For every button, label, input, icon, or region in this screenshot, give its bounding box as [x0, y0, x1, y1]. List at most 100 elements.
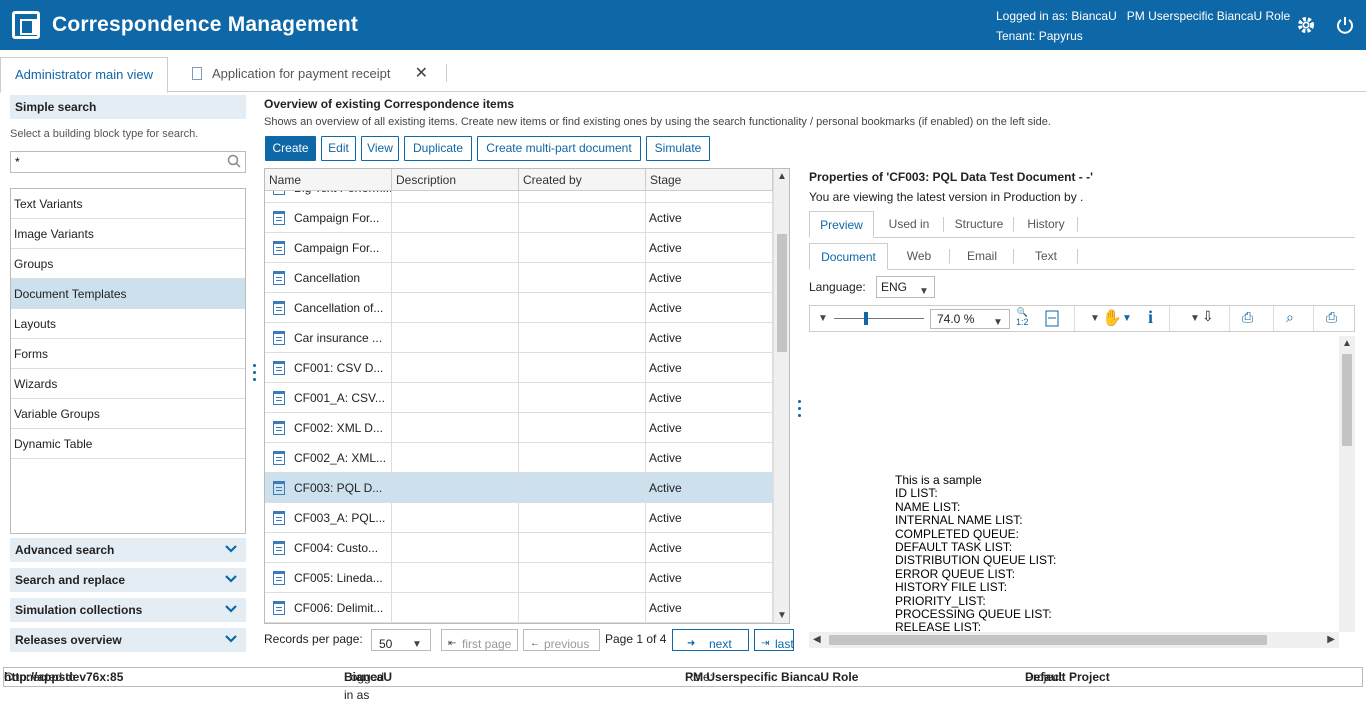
subtab-document[interactable]: Document	[809, 243, 888, 270]
left-panel: Simple search Select a building block ty…	[10, 95, 246, 534]
export-icon[interactable]: ⎙	[1242, 309, 1253, 326]
power-icon[interactable]	[1335, 15, 1355, 35]
search-icon[interactable]	[227, 154, 241, 168]
grid-vertical-scrollbar[interactable]: ▲ ▼	[773, 169, 789, 623]
scrollbar-thumb[interactable]	[829, 635, 1267, 645]
view-button[interactable]: View	[361, 136, 399, 161]
table-row[interactable]: CF006: Delimit... Active	[265, 593, 773, 623]
preview-vertical-scrollbar[interactable]: ▲	[1339, 336, 1355, 632]
type-item-variable-groups[interactable]: Variable Groups	[11, 399, 245, 429]
print-icon[interactable]: ⎙	[1326, 309, 1337, 326]
zoom-ratio-icon[interactable]: 🔍 1:2	[1016, 307, 1029, 327]
table-row[interactable]: Car insurance ... Active	[265, 323, 773, 353]
table-row[interactable]: CF002: XML D... Active	[265, 413, 773, 443]
zoom-slider-knob[interactable]	[864, 312, 868, 325]
create-button[interactable]: Create	[265, 136, 316, 161]
language-label: Language:	[809, 280, 866, 294]
table-row[interactable]: Cancellation Active	[265, 263, 773, 293]
last-label: last	[775, 637, 794, 651]
type-item-document-templates[interactable]: Document Templates	[11, 279, 245, 309]
table-row[interactable]: CF004: Custo... Active	[265, 533, 773, 563]
grid-body: Big Text Perform... Campaign For... Activ…	[265, 191, 773, 623]
previous-page-button[interactable]: ← previous	[523, 629, 600, 651]
close-tab-icon[interactable]: ✕	[415, 57, 428, 91]
info-icon[interactable]: i	[1148, 307, 1153, 328]
zoom-slider[interactable]	[834, 312, 924, 325]
next-page-button[interactable]: ➜ next	[672, 629, 749, 651]
column-header-created-by[interactable]: Created by	[519, 169, 646, 191]
table-row[interactable]: CF001: CSV D... Active	[265, 353, 773, 383]
table-row[interactable]: CF003: PQL D... Active	[265, 473, 773, 503]
tab-structure[interactable]: Structure	[944, 211, 1014, 238]
column-header-description[interactable]: Description	[392, 169, 519, 191]
scrollbar-thumb[interactable]	[777, 234, 787, 352]
page-info: Page 1 of 4	[605, 632, 667, 646]
records-per-page-select[interactable]: 50 ▼	[371, 629, 431, 651]
last-page-button[interactable]: ⇥ last	[754, 629, 794, 651]
scrollbar-thumb[interactable]	[1342, 354, 1352, 446]
download-dropdown-arrow-icon[interactable]: ▼	[1190, 313, 1200, 324]
download-icon[interactable]: ⇩	[1202, 308, 1214, 325]
type-item-dynamic-table[interactable]: Dynamic Table	[11, 429, 245, 459]
tab-used-in[interactable]: Used in	[874, 211, 944, 238]
zoom-select[interactable]: 74.0 % ▼	[930, 309, 1010, 329]
simulate-button[interactable]: Simulate	[646, 136, 710, 161]
table-row[interactable]: Campaign For... Active	[265, 203, 773, 233]
binoculars-icon[interactable]: ⌕	[1286, 309, 1294, 326]
fit-width-icon[interactable]	[1044, 310, 1060, 327]
row-created-by	[519, 323, 646, 353]
properties-title: Properties of 'CF003: PQL Data Test Docu…	[809, 170, 1093, 184]
scroll-up-icon[interactable]: ▲	[777, 171, 787, 182]
table-row[interactable]: CF001_A: CSV... Active	[265, 383, 773, 413]
scroll-down-icon[interactable]: ▼	[777, 610, 787, 621]
scroll-left-icon[interactable]: ◀	[813, 634, 821, 645]
subtab-email[interactable]: Email	[950, 243, 1014, 270]
tab-administrator-main-view[interactable]: Administrator main view	[0, 57, 168, 93]
type-item-wizards[interactable]: Wizards	[11, 369, 245, 399]
subtab-web[interactable]: Web	[888, 243, 950, 270]
properties-subtitle: You are viewing the latest version in Pr…	[809, 190, 1084, 204]
type-item-forms[interactable]: Forms	[11, 339, 245, 369]
tab-label: Text	[1034, 249, 1057, 263]
duplicate-button[interactable]: Duplicate	[404, 136, 472, 161]
type-item-groups[interactable]: Groups	[11, 249, 245, 279]
column-header-stage[interactable]: Stage	[646, 169, 773, 191]
table-row[interactable]: Campaign For... Active	[265, 233, 773, 263]
table-row[interactable]: Cancellation of... Active	[265, 293, 773, 323]
tab-label: Used in	[888, 217, 930, 231]
zoom-dropdown-arrow-icon[interactable]: ▼	[818, 313, 828, 324]
first-page-button[interactable]: ⇤ first page	[441, 629, 518, 651]
search-input[interactable]	[11, 152, 211, 172]
tab-history[interactable]: History	[1014, 211, 1078, 238]
tab-application-for-payment[interactable]: Application for payment receipt ✕	[178, 57, 448, 93]
search-and-replace-accordion[interactable]: Search and replace	[10, 568, 246, 592]
type-item-image-variants[interactable]: Image Variants	[11, 219, 245, 249]
settings-gear-icon[interactable]	[1296, 15, 1316, 35]
table-row[interactable]: CF005: Lineda... Active	[265, 563, 773, 593]
advanced-search-accordion[interactable]: Advanced search	[10, 538, 246, 562]
row-description	[392, 413, 519, 443]
hand-dropdown-arrow-icon[interactable]: ▼	[1122, 313, 1132, 324]
pan-dropdown-arrow-icon[interactable]: ▼	[1090, 313, 1100, 324]
edit-button[interactable]: Edit	[321, 136, 356, 161]
hand-tool-icon[interactable]: ✋	[1102, 308, 1122, 328]
type-item-text-variants[interactable]: Text Variants	[11, 189, 245, 219]
column-header-name[interactable]: Name	[265, 169, 392, 191]
scroll-up-icon[interactable]: ▲	[1342, 338, 1352, 349]
tab-preview[interactable]: Preview	[809, 211, 874, 238]
table-row[interactable]: CF003_A: PQL... Active	[265, 503, 773, 533]
table-row[interactable]: Big Text Perform...	[265, 191, 773, 203]
simple-search-header[interactable]: Simple search	[10, 95, 246, 119]
create-multipart-document-button[interactable]: Create multi-part document	[477, 136, 641, 161]
simulation-collections-accordion[interactable]: Simulation collections	[10, 598, 246, 622]
scroll-right-icon[interactable]: ▶	[1327, 634, 1335, 645]
type-item-layouts[interactable]: Layouts	[11, 309, 245, 339]
right-splitter-handle[interactable]	[798, 400, 801, 420]
releases-overview-accordion[interactable]: Releases overview	[10, 628, 246, 652]
preview-horizontal-scrollbar[interactable]: ◀ ▶	[809, 632, 1339, 648]
left-splitter-handle[interactable]	[253, 364, 256, 384]
table-row[interactable]: CF002_A: XML... Active	[265, 443, 773, 473]
language-select[interactable]: ENG ▼	[876, 276, 935, 298]
document-line: PROCESSING QUEUE LIST:	[895, 607, 1052, 622]
subtab-text[interactable]: Text	[1014, 243, 1078, 270]
